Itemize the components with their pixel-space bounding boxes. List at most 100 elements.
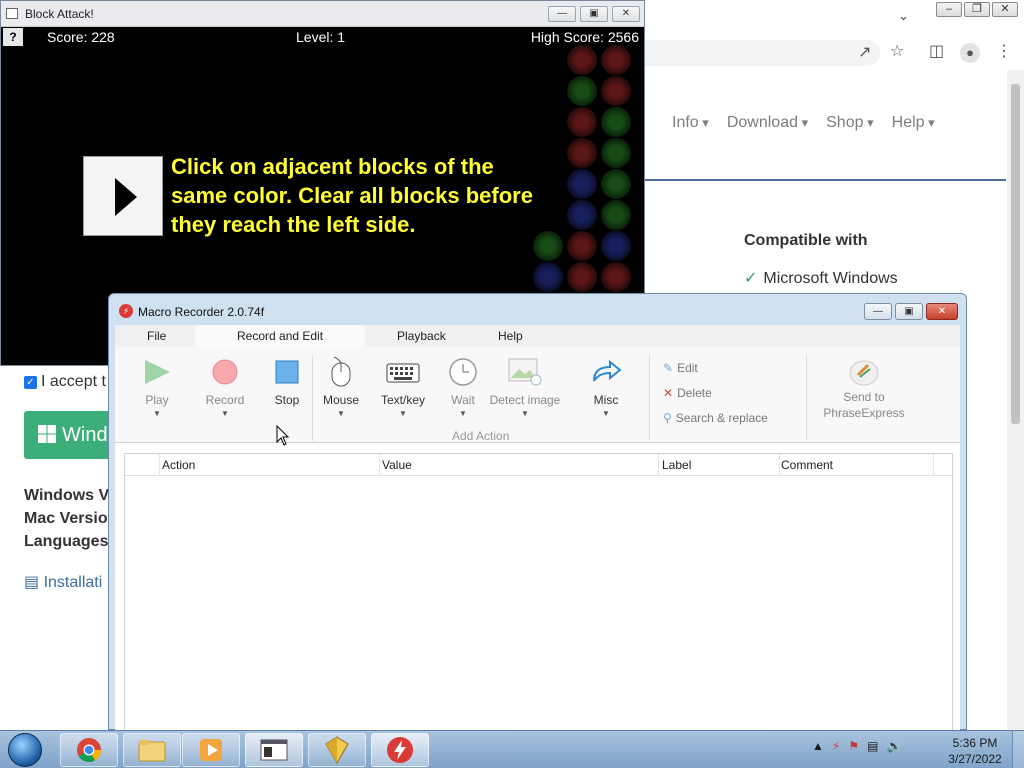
game-block[interactable] [567,138,597,168]
game-block[interactable] [601,138,631,168]
scrollbar-thumb[interactable] [1011,84,1020,424]
folder-icon [138,740,166,762]
browser-menu-icon[interactable]: ⋮ [996,44,1012,60]
game-block[interactable] [567,262,597,292]
column-action[interactable]: Action [162,458,195,472]
game-block[interactable] [601,76,631,106]
game-block[interactable] [601,107,631,137]
bookmark-star-icon[interactable]: ☆ [890,44,904,60]
redo-arrow-icon [593,359,622,382]
edit-ribbon-button[interactable]: ✎ Edit [663,361,698,375]
tray-expand-icon[interactable]: ▲ [812,739,824,753]
macro-close-button[interactable]: ✕ [926,303,958,320]
play-ribbon-button[interactable]: Play ▼ [137,357,177,418]
taskbar-game-app[interactable] [308,733,366,767]
windows-download-button[interactable]: Wind [24,411,114,459]
clock-date: 3/27/2022 [948,752,1002,766]
game-block[interactable] [601,45,631,75]
game-titlebar[interactable]: Block Attack! — ▣ ✕ [1,1,644,27]
ribbon-separator [649,355,650,441]
menu-help[interactable]: Help [498,329,523,343]
profile-icon[interactable]: ● [960,43,980,63]
nav-info[interactable]: Info [672,114,709,132]
block-board[interactable] [529,45,644,295]
game-minimize-button[interactable]: — [548,6,576,22]
detect-image-ribbon-button[interactable]: Detect image ▼ [489,357,561,418]
taskbar-clock[interactable]: 5:36 PM 3/27/2022 [944,735,1006,767]
nav-help[interactable]: Help [892,114,935,132]
play-icon [145,360,170,384]
menu-file[interactable]: File [147,329,166,343]
taskbar-macro-recorder[interactable] [371,733,429,767]
record-icon [212,359,238,385]
textkey-ribbon-button[interactable]: Text/key ▼ [378,357,428,418]
macro-caption-buttons: — ▣ ✕ [864,303,958,320]
search-replace-ribbon-button[interactable]: ⚲ Search & replace [663,411,768,425]
send-to-phraseexpress-button[interactable]: Send to PhraseExpress [821,357,907,421]
game-block[interactable] [567,169,597,199]
game-help-button[interactable]: ? [3,28,23,46]
browser-restore-button[interactable]: ❐ [964,2,990,17]
compatible-heading: Compatible with [744,232,868,249]
taskbar-chrome[interactable] [60,733,118,767]
show-desktop-button[interactable] [1012,731,1024,768]
taskbar-block-attack[interactable] [245,733,303,767]
game-block[interactable] [567,45,597,75]
column-value[interactable]: Value [382,458,412,472]
misc-ribbon-button[interactable]: Misc ▼ [589,357,623,418]
game-block[interactable] [601,200,631,230]
tray-volume-icon[interactable]: 🔊 [886,739,901,753]
start-button[interactable] [4,731,44,768]
installation-link[interactable]: ▤ Installati [24,572,102,592]
record-ribbon-button[interactable]: Record ▼ [202,357,248,418]
menu-record-and-edit[interactable]: Record and Edit [195,325,366,347]
game-close-button[interactable]: ✕ [612,6,640,22]
page-scrollbar[interactable] [1007,70,1024,730]
share-icon[interactable]: ↗ [858,45,871,61]
nav-shop[interactable]: Shop [826,114,874,132]
game-block[interactable] [601,262,631,292]
info-mac-version: Mac Versio [24,510,108,527]
browser-caption-buttons: – ❐ ✕ [936,2,1018,17]
game-block[interactable] [601,231,631,261]
tray-network-icon[interactable]: ▤ [867,739,878,753]
game-block[interactable] [567,200,597,230]
accept-checkbox[interactable]: ✓ [24,375,37,389]
block-attack-window-icon [260,739,288,761]
action-list[interactable]: Action Value Label Comment [124,453,953,731]
tab-search-chevron-icon[interactable]: ⌄ [898,8,909,24]
mouse-icon [331,357,351,387]
game-block[interactable] [601,169,631,199]
macro-titlebar[interactable]: ⚡ Macro Recorder 2.0.74f — ▣ ✕ [109,294,966,326]
game-maximize-button[interactable]: ▣ [580,6,608,22]
menu-playback[interactable]: Playback [397,329,446,343]
column-comment[interactable]: Comment [781,458,833,472]
tray-flag-icon[interactable]: ⚑ [848,739,859,753]
column-label[interactable]: Label [662,458,691,472]
tray-macro-icon[interactable]: ⚡ [832,739,840,753]
nav-download[interactable]: Download [727,114,808,132]
windows-orb-icon [8,733,42,767]
mouse-ribbon-button[interactable]: Mouse ▼ [320,357,362,418]
nav-divider [644,179,1006,181]
taskbar-media-player[interactable] [182,733,240,767]
macro-minimize-button[interactable]: — [864,303,892,320]
browser-close-button[interactable]: ✕ [992,2,1018,17]
game-block[interactable] [567,107,597,137]
taskbar: ▲ ⚡ ⚑ ▤ 🔊 5:36 PM 3/27/2022 [0,730,1024,768]
game-title: Block Attack! [25,7,94,21]
game-block[interactable] [567,76,597,106]
macro-maximize-button[interactable]: ▣ [895,303,923,320]
keyboard-icon [386,363,420,383]
taskbar-explorer[interactable] [123,733,181,767]
wait-ribbon-button[interactable]: Wait ▼ [445,357,481,418]
browser-minimize-button[interactable]: – [936,2,962,17]
game-block[interactable] [567,231,597,261]
game-block[interactable] [533,262,563,292]
macro-ribbon: Play▼ Record▼ Stop Mouse▼ Text/key▼ [115,347,960,443]
address-bar[interactable] [640,40,880,66]
delete-ribbon-button[interactable]: ✕ Delete [663,386,712,400]
stop-ribbon-button[interactable]: Stop [269,357,305,407]
side-panel-icon[interactable]: ◫ [929,44,944,60]
play-button[interactable] [83,156,163,236]
